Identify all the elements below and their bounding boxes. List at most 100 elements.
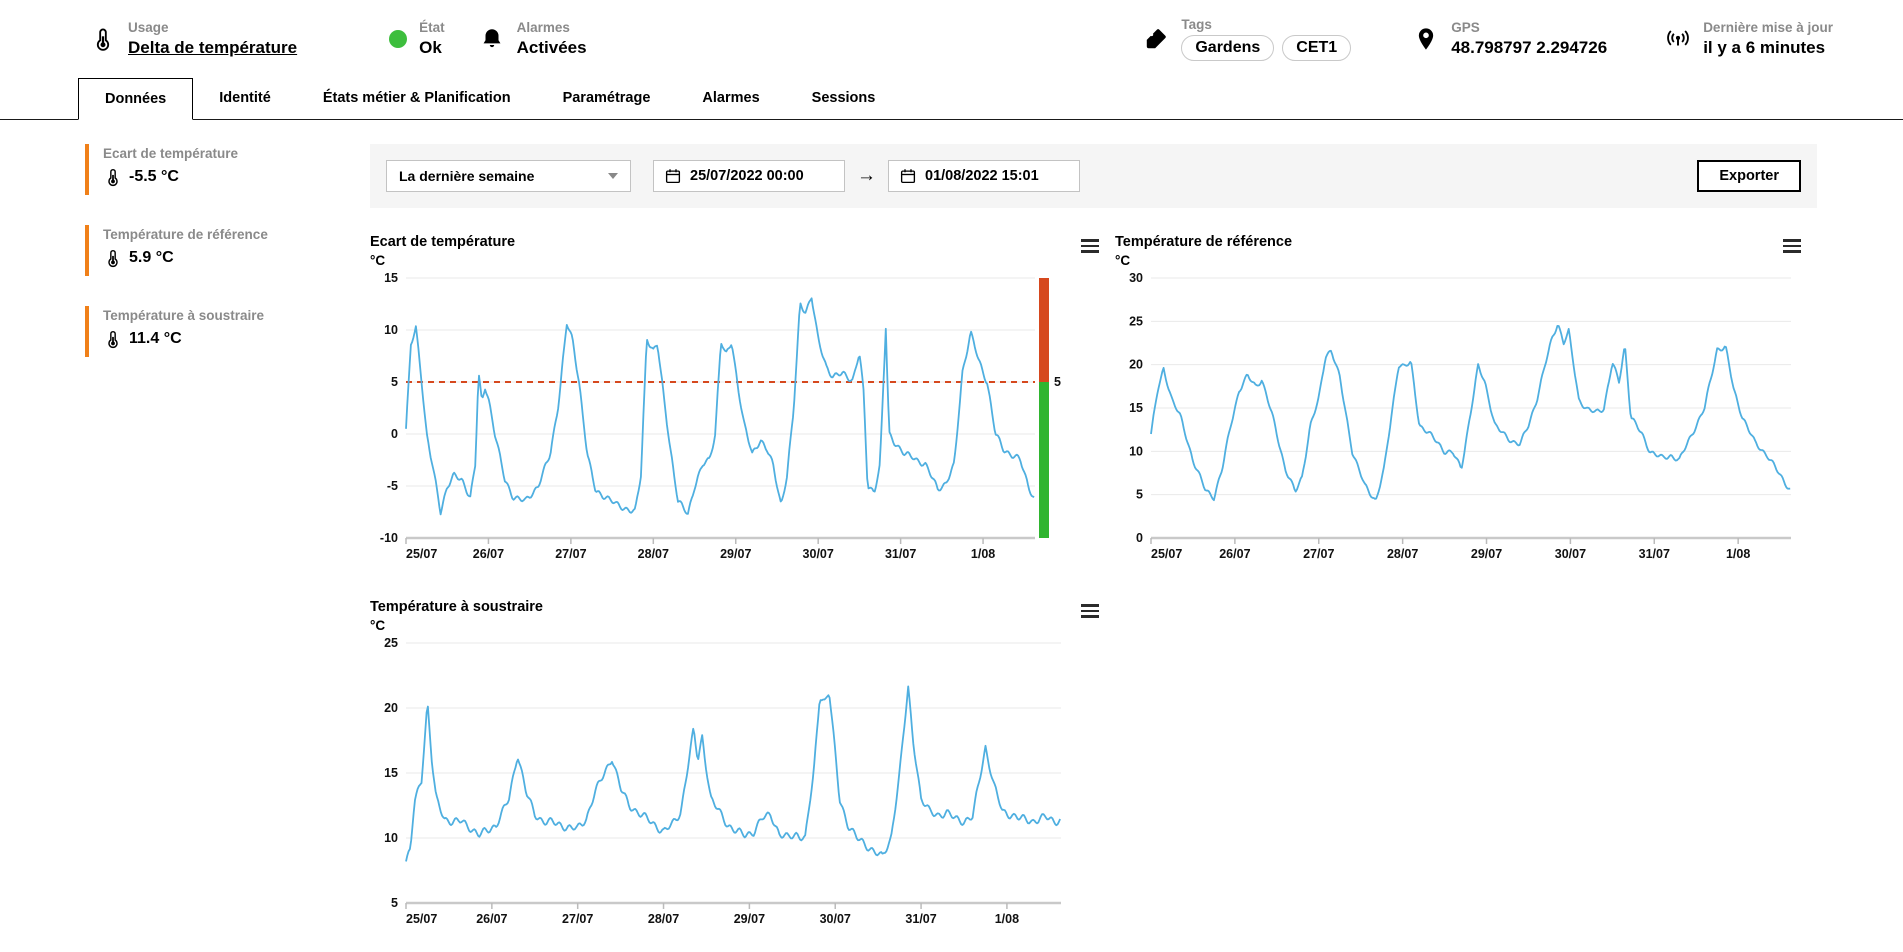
x-tick-label: 25/07 — [406, 912, 437, 926]
arrow-right-icon: → — [857, 165, 876, 187]
chart-title: Température de référence — [1115, 234, 1817, 250]
y-tick-label: 10 — [384, 323, 398, 337]
period-select[interactable]: La dernière semaine — [386, 160, 631, 192]
chart-unit: °C — [370, 618, 1115, 633]
x-tick-label: 30/07 — [1555, 547, 1586, 561]
x-tick-label: 27/07 — [1303, 547, 1334, 561]
x-tick-label: 1/08 — [971, 547, 995, 561]
chart-ecart-de-temperature: Ecart de température °C 151050-5-1025/07… — [370, 234, 1115, 573]
chart-unit: °C — [370, 253, 1115, 268]
gps-value: 48.798797 2.294726 — [1451, 37, 1607, 58]
calendar-icon — [899, 167, 917, 185]
chart-plot-area[interactable]: 151050-5-1025/0726/0727/0728/0729/0730/0… — [370, 268, 1075, 568]
x-tick-label: 29/07 — [720, 547, 751, 561]
alarms-value: Activées — [517, 37, 587, 58]
y-tick-label: 30 — [1129, 271, 1143, 285]
export-button[interactable]: Exporter — [1697, 160, 1801, 192]
x-tick-label: 27/07 — [562, 912, 593, 926]
threshold-label: 5 — [1054, 375, 1061, 389]
metric-label: Température à soustraire — [103, 308, 370, 323]
tag-pill: Gardens — [1181, 35, 1274, 61]
metric-value: 5.9 °C — [129, 249, 174, 267]
y-tick-label: -10 — [380, 531, 398, 545]
threshold-band-below — [1039, 382, 1049, 538]
tab-alarmes[interactable]: Alarmes — [676, 78, 785, 120]
date-to-input[interactable]: 01/08/2022 15:01 — [888, 160, 1080, 192]
chart-title: Ecart de température — [370, 234, 1115, 250]
x-tick-label: 31/07 — [885, 547, 916, 561]
status-value: Ok — [419, 37, 445, 58]
x-tick-label: 29/07 — [734, 912, 765, 926]
x-tick-label: 27/07 — [555, 547, 586, 561]
filter-bar: La dernière semaine 25/07/2022 00:00 → — [370, 144, 1817, 208]
x-tick-label: 28/07 — [638, 547, 669, 561]
calendar-icon — [664, 167, 682, 185]
chart-temperature-de-reference: Température de référence °C 302520151050… — [1115, 234, 1817, 573]
y-tick-label: 20 — [384, 701, 398, 715]
x-tick-label: 26/07 — [476, 912, 507, 926]
metric-label: Ecart de température — [103, 146, 370, 161]
status-label: État — [419, 20, 445, 37]
y-tick-label: 20 — [1129, 358, 1143, 372]
date-from-value: 25/07/2022 00:00 — [690, 168, 804, 184]
chart-plot-area[interactable]: 30252015105025/0726/0727/0728/0729/0730/… — [1115, 268, 1805, 568]
metric-ecart-de-temperature[interactable]: Ecart de température -5.5 °C — [85, 144, 370, 195]
series-line — [406, 298, 1034, 514]
chart-menu-icon[interactable] — [1079, 234, 1101, 258]
y-tick-label: 25 — [1129, 314, 1143, 328]
x-tick-label: 29/07 — [1471, 547, 1502, 561]
tags-group: Tags Gardens CET1 — [1143, 17, 1351, 62]
chart-temperature-a-soustraire: Température à soustraire °C 25201510525/… — [370, 599, 1115, 938]
series-line — [1151, 326, 1790, 500]
tag-icon — [1143, 26, 1169, 52]
x-tick-label: 30/07 — [803, 547, 834, 561]
last-update-group: Dernière mise à jour il y a 6 minutes — [1665, 20, 1833, 58]
thermometer-icon — [90, 26, 116, 52]
location-pin-icon — [1413, 26, 1439, 52]
usage-label: Usage — [128, 20, 297, 37]
usage-group: Usage Delta de température — [90, 20, 297, 58]
last-update-value: il y a 6 minutes — [1703, 37, 1833, 58]
chart-menu-icon[interactable] — [1781, 234, 1803, 258]
x-tick-label: 28/07 — [1387, 547, 1418, 561]
metrics-sidebar: Ecart de température -5.5 °C Température… — [85, 144, 370, 938]
alarms-label: Alarmes — [517, 20, 587, 37]
x-tick-label: 1/08 — [995, 912, 1019, 926]
x-tick-label: 26/07 — [473, 547, 504, 561]
status-dot-icon — [389, 30, 407, 48]
charts-grid: Ecart de température °C 15 10 5 0 -5 -10 25/07… — [370, 234, 1817, 938]
tags-label: Tags — [1181, 17, 1351, 34]
threshold-band-above — [1039, 278, 1049, 382]
y-tick-label: -5 — [387, 479, 398, 493]
tab-donnees[interactable]: Données — [78, 78, 193, 120]
series-line — [406, 686, 1060, 861]
x-tick-label: 30/07 — [820, 912, 851, 926]
bell-icon — [479, 26, 505, 52]
tab-etats-metier-planification[interactable]: États métier & Planification — [297, 78, 537, 120]
date-from-input[interactable]: 25/07/2022 00:00 — [653, 160, 845, 192]
period-select-value: La dernière semaine — [399, 168, 534, 184]
metric-temperature-a-soustraire[interactable]: Température à soustraire 11.4 °C — [85, 306, 370, 357]
thermometer-icon — [103, 329, 123, 349]
tab-sessions[interactable]: Sessions — [786, 78, 902, 120]
chart-menu-icon[interactable] — [1079, 599, 1101, 623]
chart-plot-area[interactable]: 25201510525/0726/0727/0728/0729/0730/073… — [370, 633, 1075, 933]
y-tick-label: 5 — [391, 896, 398, 910]
tab-bar: Données Identité États métier & Planific… — [0, 78, 1903, 120]
usage-value-link[interactable]: Delta de température — [128, 37, 297, 58]
date-to-value: 01/08/2022 15:01 — [925, 168, 1039, 184]
x-tick-label: 28/07 — [648, 912, 679, 926]
y-tick-label: 5 — [1136, 488, 1143, 502]
y-tick-label: 0 — [1136, 531, 1143, 545]
metric-label: Température de référence — [103, 227, 370, 242]
last-update-label: Dernière mise à jour — [1703, 20, 1833, 37]
tab-parametrage[interactable]: Paramétrage — [537, 78, 677, 120]
tab-identite[interactable]: Identité — [193, 78, 297, 120]
gps-group: GPS 48.798797 2.294726 — [1413, 20, 1607, 58]
alarms-group: Alarmes Activées — [479, 20, 587, 58]
thermometer-icon — [103, 167, 123, 187]
metric-value: 11.4 °C — [129, 330, 182, 348]
y-tick-label: 15 — [384, 766, 398, 780]
x-tick-label: 31/07 — [905, 912, 936, 926]
metric-temperature-de-reference[interactable]: Température de référence 5.9 °C — [85, 225, 370, 276]
